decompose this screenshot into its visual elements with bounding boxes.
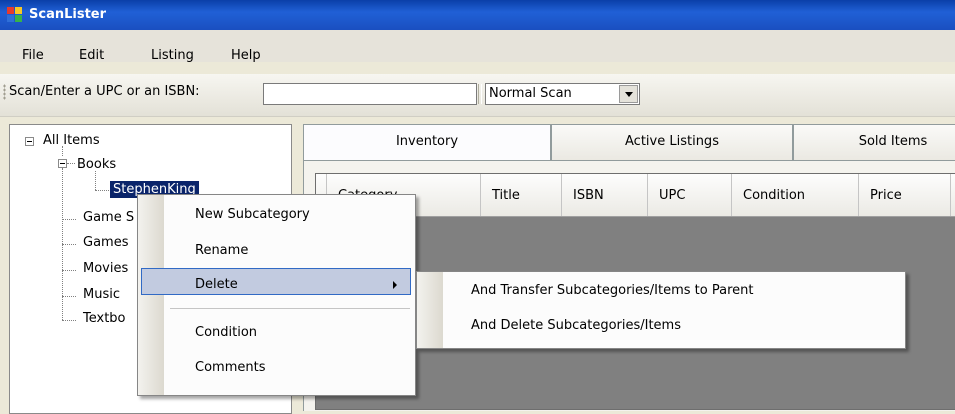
tree-line xyxy=(62,219,76,220)
menu-condition[interactable]: Condition xyxy=(195,325,257,340)
menu-new-subcategory[interactable]: New Subcategory xyxy=(195,207,310,222)
col-condition[interactable]: Condition xyxy=(732,174,859,216)
collapse-books-icon[interactable] xyxy=(58,159,67,168)
menu-listing[interactable]: Listing xyxy=(151,48,194,63)
menu-comments[interactable]: Comments xyxy=(195,360,265,375)
col-upc[interactable]: UPC xyxy=(648,174,732,216)
scan-mode-select[interactable]: Normal Scan xyxy=(485,83,640,105)
context-menu-highlight xyxy=(141,268,411,295)
scan-mode-value: Normal Scan xyxy=(489,86,572,101)
tab-active-listings[interactable]: Active Listings xyxy=(551,124,793,162)
tree-line xyxy=(67,163,75,164)
window-title: ScanLister xyxy=(29,7,107,22)
tree-node-all-items[interactable]: All Items xyxy=(43,133,100,148)
chevron-down-icon[interactable] xyxy=(619,85,638,103)
menu-edit[interactable]: Edit xyxy=(79,48,104,63)
tree-line xyxy=(62,296,76,297)
submenu-margin xyxy=(417,272,443,348)
tree-node-textbooks[interactable]: Textbo xyxy=(83,311,126,326)
toolbar-separator xyxy=(478,84,482,104)
menu-rename[interactable]: Rename xyxy=(195,243,248,258)
menu-help[interactable]: Help xyxy=(231,48,261,63)
tab-sold-items[interactable]: Sold Items xyxy=(793,124,955,162)
menu-transfer-to-parent[interactable]: And Transfer Subcategories/Items to Pare… xyxy=(471,283,753,298)
tree-node-games[interactable]: Games xyxy=(83,235,128,250)
collapse-all-items-icon[interactable] xyxy=(25,137,34,146)
col-title[interactable]: Title xyxy=(481,174,562,216)
tree-line xyxy=(95,190,109,191)
delete-submenu: And Transfer Subcategories/Items to Pare… xyxy=(416,271,906,349)
tree-line xyxy=(62,270,76,271)
app-window-icon[interactable] xyxy=(7,7,24,24)
context-menu: New Subcategory Rename Delete Condition … xyxy=(137,194,416,396)
tree-line xyxy=(62,244,76,245)
col-price[interactable]: Price xyxy=(859,174,951,216)
menu-separator xyxy=(170,308,410,309)
tree-node-music[interactable]: Music xyxy=(83,287,120,302)
tab-inventory[interactable]: Inventory xyxy=(303,124,551,162)
col-isbn[interactable]: ISBN xyxy=(562,174,648,216)
tree-node-books[interactable]: Books xyxy=(77,157,116,172)
toolbar-grip-icon[interactable] xyxy=(3,84,6,100)
menu-file[interactable]: File xyxy=(22,48,44,63)
tree-line xyxy=(62,320,76,321)
menu-delete[interactable]: Delete xyxy=(195,277,238,292)
menu-bar xyxy=(0,30,955,62)
tree-node-game-systems[interactable]: Game S xyxy=(83,210,134,225)
tree-line xyxy=(95,171,96,190)
menu-delete-subcategories[interactable]: And Delete Subcategories/Items xyxy=(471,318,681,333)
scan-input[interactable] xyxy=(263,83,477,105)
tree-node-movies[interactable]: Movies xyxy=(83,261,128,276)
context-menu-margin xyxy=(138,195,164,395)
submenu-arrow-icon xyxy=(393,281,397,289)
title-bar xyxy=(0,0,955,30)
scan-label: Scan/Enter a UPC or an ISBN: xyxy=(9,84,200,99)
tree-line xyxy=(62,146,63,156)
